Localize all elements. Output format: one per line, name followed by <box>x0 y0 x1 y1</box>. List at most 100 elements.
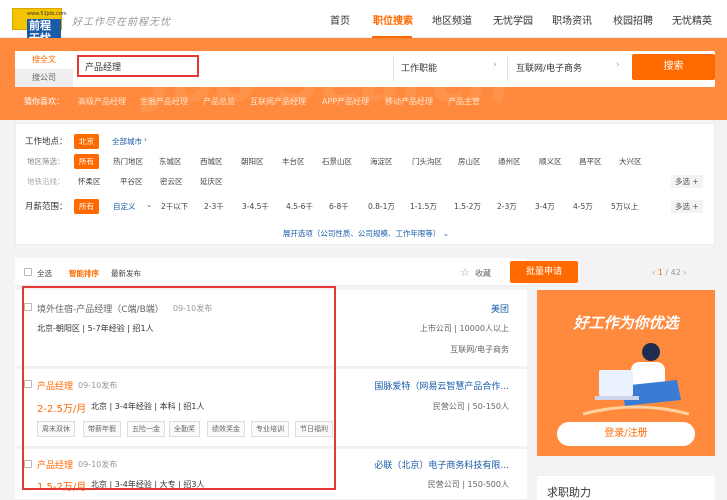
batch-apply-button[interactable]: 批量申请 <box>510 261 578 283</box>
salary-item[interactable]: 6-8千 <box>329 201 349 212</box>
divider <box>393 57 394 81</box>
total-pages: / 42 <box>665 268 681 277</box>
logo[interactable]: www.51job.com 前程无忧 <box>12 8 67 45</box>
select-all-label[interactable]: 全选 <box>37 268 52 279</box>
star-icon[interactable]: ☆ <box>460 266 470 279</box>
salary-item[interactable]: 1.5-2万 <box>454 201 481 212</box>
search-hero: Job Search 搜全文 搜公司 产品经理 工作职能 › 互联网/电子商务 … <box>0 38 727 120</box>
person-laptop-illustration <box>582 343 690 416</box>
top-bar: www.51job.com 前程无忧 好工作尽在前程无忧 首页 职位搜索 地区频… <box>0 0 727 45</box>
company-name[interactable]: 必联（北京）电子商务科技有限... <box>374 458 509 471</box>
salary-label: 月薪范围： <box>25 202 68 212</box>
hot-keyword[interactable]: 高级产品经理 <box>78 96 126 107</box>
list-toolbar: 全选 智能排序 最新发布 ☆ 收藏 <box>15 258 527 286</box>
salary-item[interactable]: 3-4.5千 <box>242 201 269 212</box>
nav-campus[interactable]: 校园招聘 <box>613 12 653 27</box>
salary-item[interactable]: 2-3千 <box>204 201 224 212</box>
district-item[interactable]: 丰台区 <box>282 156 305 167</box>
nav-job-search[interactable]: 职位搜索 <box>373 12 413 27</box>
nav-region[interactable]: 地区频道 <box>432 12 472 27</box>
job-checkbox[interactable] <box>24 460 32 468</box>
district-item[interactable]: 海淀区 <box>370 156 393 167</box>
district-item[interactable]: 门头沟区 <box>412 156 442 167</box>
job-info: 北京 | 3-4年经验 | 本科 | 招1人 <box>91 402 205 411</box>
company-name[interactable]: 美团 <box>491 302 509 315</box>
promo-banner[interactable]: 好工作为你优选 登录/注册 <box>537 290 715 456</box>
salary-item[interactable]: 5万以上 <box>611 201 638 212</box>
company-industry: 互联网/电子商务 <box>450 345 509 354</box>
district-item[interactable]: 热门地区 <box>113 156 143 167</box>
district-multi-select[interactable]: 多选 + <box>671 175 703 188</box>
favorite-label[interactable]: 收藏 <box>475 268 491 279</box>
district-item[interactable]: 通州区 <box>498 156 521 167</box>
company-info: 民营公司 | 150-500人 <box>427 480 509 489</box>
expand-options-label: 展开选项（公司性质、公司规模、工作年限等） <box>282 229 441 238</box>
salary-item[interactable]: 1-1.5万 <box>410 201 437 212</box>
sort-latest[interactable]: 最新发布 <box>111 268 141 279</box>
hot-keyword[interactable]: 产品主管 <box>448 96 480 107</box>
nav-elite[interactable]: 无忧精英 <box>672 12 712 27</box>
district-item[interactable]: 东城区 <box>159 156 182 167</box>
salary-all[interactable]: 所有 <box>74 199 99 214</box>
select-all-checkbox[interactable] <box>24 268 32 276</box>
hot-keyword[interactable]: 产品总监 <box>203 96 235 107</box>
hot-keyword[interactable]: 互联网产品经理 <box>250 96 306 107</box>
search-button[interactable]: 搜索 <box>632 54 715 80</box>
district-item[interactable]: 昌平区 <box>579 156 602 167</box>
job-title[interactable]: 产品经理 <box>37 458 73 471</box>
job-salary: 2-2.5万/月 <box>37 404 87 415</box>
job-title[interactable]: 境外住宿-产品经理（C端/B端） <box>37 302 164 315</box>
tab-fulltext[interactable]: 搜全文 <box>15 51 73 69</box>
job-card[interactable]: 产品经理 09-10发布 2-2.5万/月 北京 | 3-4年经验 | 本科 |… <box>15 369 527 447</box>
district-item[interactable]: 大兴区 <box>619 156 642 167</box>
hot-keyword[interactable]: 移动产品经理 <box>385 96 433 107</box>
nav-news[interactable]: 职场资讯 <box>552 12 592 27</box>
prev-page-icon[interactable]: ‹ <box>652 268 655 277</box>
district-item[interactable]: 顺义区 <box>539 156 562 167</box>
job-checkbox[interactable] <box>24 380 32 388</box>
logo-url: www.51job.com <box>27 11 67 17</box>
district-item[interactable]: 密云区 <box>160 176 183 187</box>
industry-select[interactable]: 互联网/电子商务 <box>516 61 582 74</box>
district-item[interactable]: 房山区 <box>458 156 481 167</box>
location-selected[interactable]: 北京 <box>74 134 99 149</box>
next-page-icon[interactable]: › <box>683 268 686 277</box>
district-item[interactable]: 石景山区 <box>322 156 352 167</box>
slogan: 好工作尽在前程无忧 <box>72 17 171 28</box>
company-name[interactable]: 国脉爱特（网易云智慧产品合作... <box>374 379 509 392</box>
salary-item[interactable]: 4-5万 <box>573 201 593 212</box>
keyword-input[interactable]: 产品经理 <box>77 55 199 77</box>
salary-item[interactable]: 2-3万 <box>497 201 517 212</box>
sort-smart[interactable]: 智能排序 <box>69 268 99 279</box>
salary-item[interactable]: 4.5-6千 <box>286 201 313 212</box>
district-all[interactable]: 所有 <box>74 154 99 169</box>
job-info: 北京-朝阳区 | 5-7年经验 | 招1人 <box>37 324 154 333</box>
function-select[interactable]: 工作职能 <box>401 61 437 74</box>
district-item[interactable]: 延庆区 <box>200 176 223 187</box>
hot-keyword[interactable]: 金融产品经理 <box>140 96 188 107</box>
job-salary: 1.5-2万/月 <box>37 482 87 493</box>
tab-company[interactable]: 搜公司 <box>15 69 73 87</box>
salary-multi-select[interactable]: 多选 + <box>671 200 703 213</box>
job-checkbox[interactable] <box>24 303 32 311</box>
subway-label[interactable]: 地铁沿线： <box>27 176 65 187</box>
district-item[interactable]: 怀柔区 <box>78 176 101 187</box>
all-cities-link[interactable]: 全部城市 <box>112 136 142 147</box>
job-card[interactable]: 境外住宿-产品经理（C端/B端） 09-10发布 北京-朝阳区 | 5-7年经验… <box>15 290 527 367</box>
nav-home[interactable]: 首页 <box>330 12 350 27</box>
job-card[interactable]: 产品经理 09-10发布 1.5-2万/月 北京 | 3-4年经验 | 大专 |… <box>15 449 527 500</box>
salary-item[interactable]: 2千以下 <box>161 201 188 212</box>
district-item[interactable]: 平谷区 <box>120 176 143 187</box>
salary-item[interactable]: 3-4万 <box>535 201 555 212</box>
filter-panel: 工作地点： 北京 全部城市 › 地区筛选： 所有 热门地区 东城区 西城区 朝阳… <box>15 123 715 245</box>
expand-options-link[interactable]: 展开选项（公司性质、公司规模、工作年限等） ⌄ <box>16 228 716 239</box>
nav-academy[interactable]: 无忧学园 <box>493 12 533 27</box>
district-item[interactable]: 西城区 <box>200 156 223 167</box>
district-item[interactable]: 朝阳区 <box>241 156 264 167</box>
welfare-tag: 绩效奖金 <box>207 421 245 437</box>
job-title[interactable]: 产品经理 <box>37 379 73 392</box>
hot-keyword[interactable]: APP产品经理 <box>322 96 369 107</box>
login-register-button[interactable]: 登录/注册 <box>557 422 695 446</box>
salary-item[interactable]: 0.8-1万 <box>368 201 395 212</box>
salary-custom[interactable]: 自定义 <box>113 201 136 212</box>
